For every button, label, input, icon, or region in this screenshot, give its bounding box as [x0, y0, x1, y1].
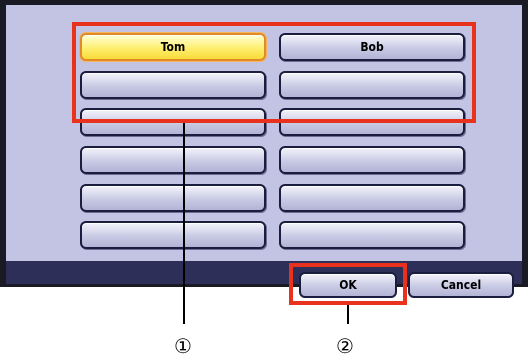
callout-number-2: ②: [336, 334, 354, 358]
name-key-9[interactable]: [80, 184, 266, 212]
name-key-11[interactable]: [80, 221, 266, 249]
cancel-button[interactable]: Cancel: [408, 272, 514, 298]
callout-box-ok: [289, 263, 407, 305]
name-key-12[interactable]: [279, 221, 465, 249]
leader-line-1: [183, 123, 185, 324]
name-key-8[interactable]: [279, 146, 465, 174]
name-key-10[interactable]: [279, 184, 465, 212]
leader-line-2: [347, 305, 349, 324]
callout-number-1: ①: [174, 334, 192, 358]
callout-box-name-list: [72, 22, 476, 123]
name-key-7[interactable]: [80, 146, 266, 174]
